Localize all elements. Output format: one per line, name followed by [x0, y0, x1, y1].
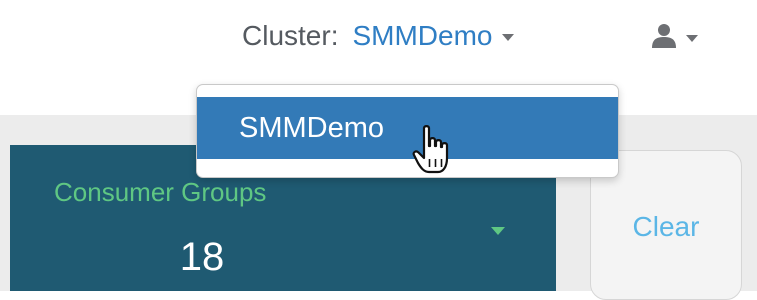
cluster-label: Cluster: — [242, 20, 339, 51]
clear-button-label: Clear — [632, 211, 700, 242]
user-icon — [650, 23, 678, 49]
cluster-value[interactable]: SMMDemo — [352, 20, 492, 52]
cluster-selector[interactable]: Cluster: SMMDemo — [242, 18, 515, 54]
user-menu[interactable] — [650, 18, 698, 54]
chevron-down-icon — [502, 34, 515, 41]
caret-down-icon[interactable] — [491, 227, 505, 235]
cluster-dropdown-menu: SMMDemo — [196, 84, 619, 178]
chevron-down-icon — [686, 34, 698, 42]
dropdown-item-smmdemo[interactable]: SMMDemo — [197, 97, 618, 159]
consumer-groups-label: Consumer Groups — [54, 177, 267, 207]
dropdown-item-label: SMMDemo — [239, 111, 385, 144]
consumer-groups-count: 18 — [179, 235, 225, 279]
